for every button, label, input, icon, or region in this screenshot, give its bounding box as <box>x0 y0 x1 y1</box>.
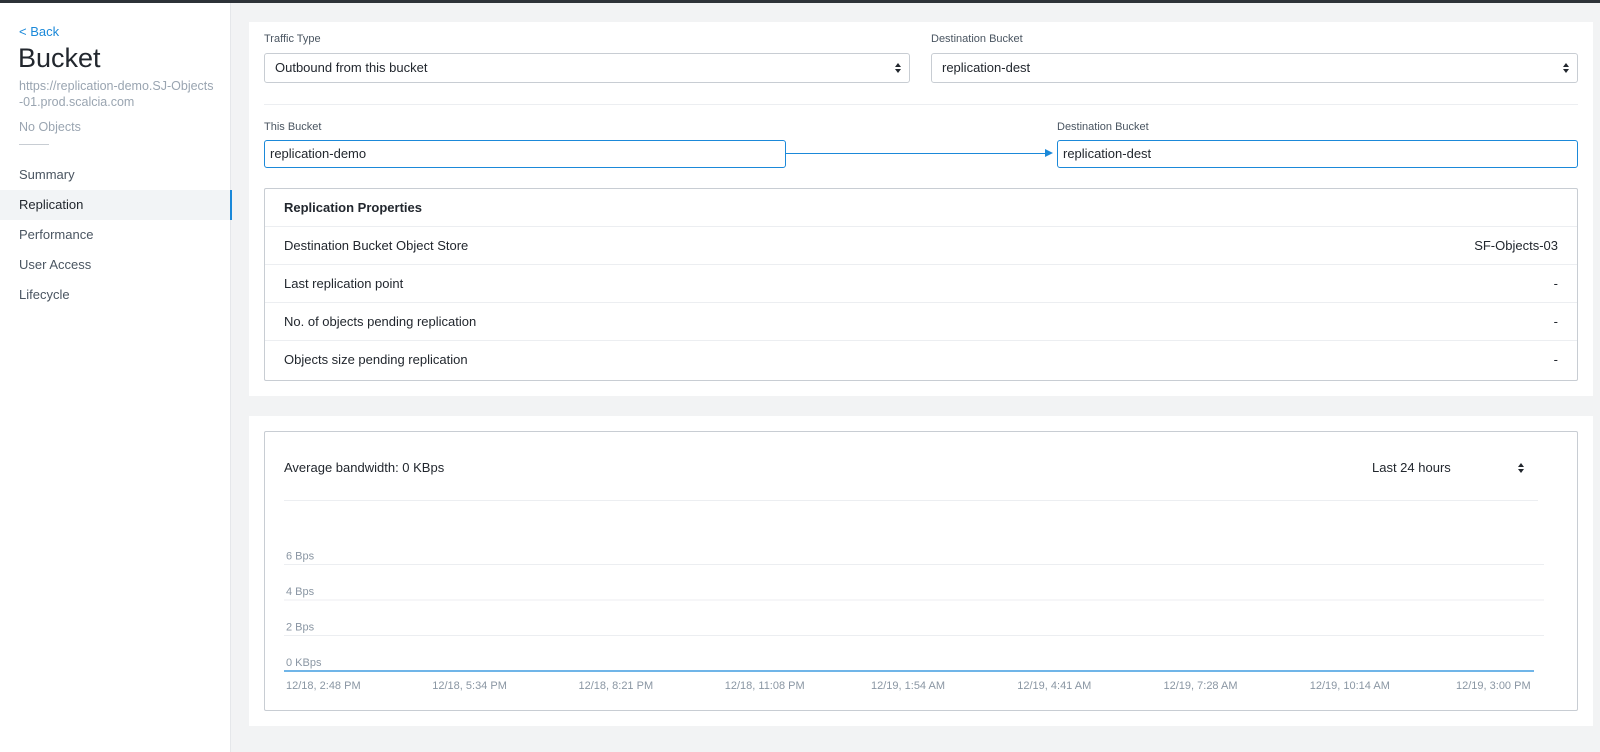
property-row: Destination Bucket Object Store SF-Objec… <box>265 227 1577 265</box>
property-value: - <box>1553 352 1558 367</box>
replication-properties-title: Replication Properties <box>265 189 1577 227</box>
traffic-type-value: Outbound from this bucket <box>275 60 428 75</box>
destination-bucket-label: Destination Bucket <box>931 33 1023 45</box>
x-tick-label: 12/18, 5:34 PM <box>432 680 507 692</box>
select-caret-icon <box>1563 62 1569 74</box>
bucket-url: https://replication-demo.SJ-Objects-01.p… <box>19 79 214 109</box>
replication-arrow-line <box>786 153 1045 154</box>
back-link[interactable]: < Back <box>19 24 59 39</box>
property-label: Objects size pending replication <box>284 352 468 367</box>
destination-bucket-select[interactable]: replication-dest <box>931 53 1578 83</box>
this-bucket-box: replication-demo <box>264 140 786 168</box>
y-tick-label: 0 KBps <box>286 657 322 669</box>
x-tick-label: 12/19, 7:28 AM <box>1164 680 1238 692</box>
sidebar-item-replication[interactable]: Replication <box>0 190 232 220</box>
property-row: No. of objects pending replication - <box>265 303 1577 341</box>
section-divider <box>264 104 1578 105</box>
property-value: SF-Objects-03 <box>1474 238 1558 253</box>
sidebar-nav: Summary Replication Performance User Acc… <box>0 160 232 310</box>
page-title: Bucket <box>18 43 101 73</box>
property-value: - <box>1553 314 1558 329</box>
x-tick-label: 12/19, 10:14 AM <box>1310 680 1390 692</box>
bandwidth-chart: 6 Bps 4 Bps 2 Bps 0 KBps 12/18, 2:48 PM 12/18… <box>284 551 1544 692</box>
x-tick-label: 12/18, 11:08 PM <box>725 680 805 692</box>
top-bar <box>0 0 1600 3</box>
bandwidth-card: Average bandwidth: 0 KBps Last 24 hours … <box>249 416 1593 726</box>
traffic-type-select[interactable]: Outbound from this bucket <box>264 53 910 83</box>
sidebar-item-lifecycle[interactable]: Lifecycle <box>0 280 231 310</box>
property-label: Destination Bucket Object Store <box>284 238 469 253</box>
objects-status: No Objects <box>19 120 81 134</box>
destination-bucket-box: replication-dest <box>1057 140 1578 168</box>
sidebar-item-user-access[interactable]: User Access <box>0 250 231 280</box>
x-tick-label: 12/19, 3:00 PM <box>1456 680 1531 692</box>
replication-config-card: Traffic Type Outbound from this bucket D… <box>249 22 1593 396</box>
replication-properties-panel: Replication Properties Destination Bucke… <box>264 188 1578 381</box>
this-bucket-label: This Bucket <box>264 121 322 133</box>
sidebar-item-performance[interactable]: Performance <box>0 220 231 250</box>
y-tick-label: 6 Bps <box>286 551 315 563</box>
x-tick-label: 12/19, 1:54 AM <box>871 680 945 692</box>
arrow-right-icon <box>1045 149 1053 157</box>
sidebar-item-summary[interactable]: Summary <box>0 160 231 190</box>
select-caret-icon <box>895 62 901 74</box>
bandwidth-chart-panel: Average bandwidth: 0 KBps Last 24 hours … <box>264 431 1578 711</box>
destination-bucket-value: replication-dest <box>942 60 1031 75</box>
property-value: - <box>1553 276 1558 291</box>
y-tick-label: 2 Bps <box>286 622 315 634</box>
x-tick-label: 12/19, 4:41 AM <box>1017 680 1091 692</box>
sidebar-separator <box>19 144 49 145</box>
traffic-type-label: Traffic Type <box>264 33 321 45</box>
property-row: Objects size pending replication - <box>265 341 1577 379</box>
property-label: No. of objects pending replication <box>284 314 477 329</box>
property-row: Last replication point - <box>265 265 1577 303</box>
flow-destination-bucket-label: Destination Bucket <box>1057 121 1149 133</box>
sidebar: < Back Bucket https://replication-demo.S… <box>0 3 232 752</box>
x-tick-label: 12/18, 8:21 PM <box>579 680 654 692</box>
y-tick-label: 4 Bps <box>286 586 315 598</box>
x-tick-label: 12/18, 2:48 PM <box>286 680 361 692</box>
property-label: Last replication point <box>284 276 404 291</box>
